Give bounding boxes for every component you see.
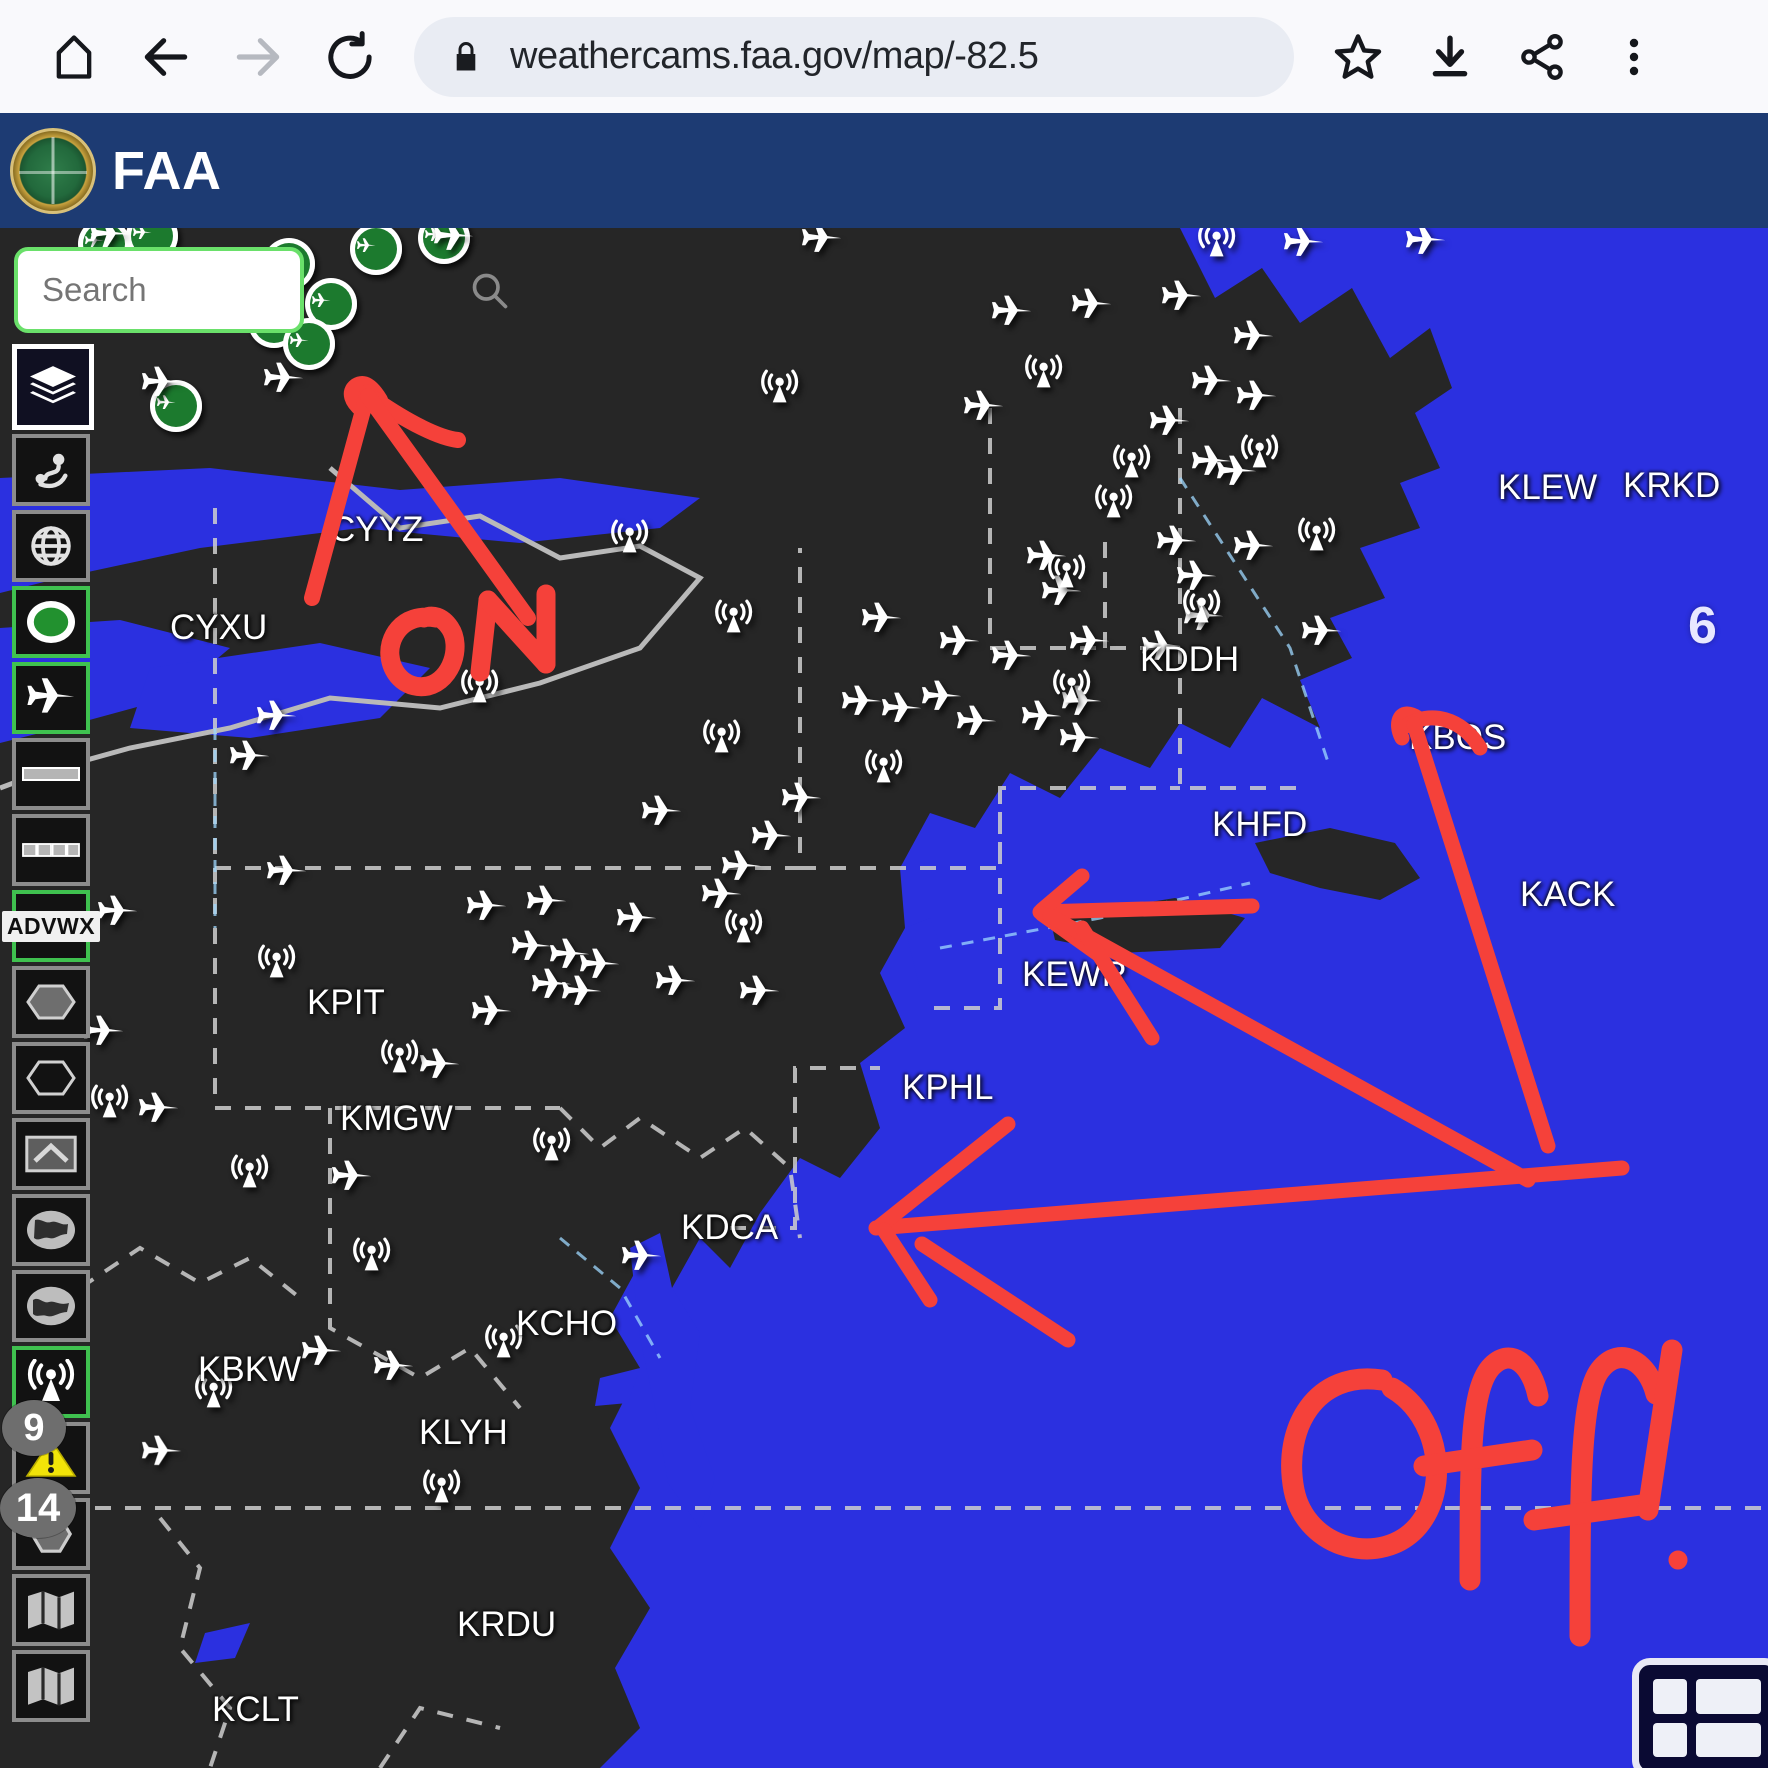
satellite-globe-alt-button[interactable] xyxy=(12,1270,90,1342)
url-text: weathercams.faa.gov/map/-82.5 xyxy=(510,35,1039,77)
map-sections-button[interactable] xyxy=(12,1574,90,1646)
radio-tower-icon xyxy=(27,1359,75,1401)
cluster-badge-9[interactable]: 9 xyxy=(2,1400,66,1456)
reload-icon xyxy=(328,30,372,79)
routes-button[interactable] xyxy=(12,434,90,506)
airport-label-kack[interactable]: KACK xyxy=(1520,875,1615,915)
airports-toggle[interactable] xyxy=(12,662,90,734)
green-dot-icon xyxy=(27,601,75,643)
airport-label-kddh[interactable]: KDDH xyxy=(1140,640,1239,680)
single-bar-icon xyxy=(22,767,80,781)
marker-layer[interactable] xyxy=(0,228,1768,1768)
weather-station-group[interactable] xyxy=(91,228,1336,1505)
airport-label-cyxu[interactable]: CYXU xyxy=(170,608,267,648)
globe-earth-icon xyxy=(27,1286,75,1326)
map-canvas[interactable]: 6 Search ADVWX 9 14 CYYZ CYXU KLEW KRKD … xyxy=(0,228,1768,1768)
download-icon xyxy=(1432,35,1468,76)
faa-brand[interactable]: FAA xyxy=(10,127,222,214)
forward-button[interactable] xyxy=(212,11,304,103)
airport-marker-group[interactable] xyxy=(83,228,1446,1465)
camera-sites-toggle[interactable] xyxy=(12,586,90,658)
airport-label-kpit[interactable]: KPIT xyxy=(307,983,385,1023)
airplane-icon xyxy=(27,678,75,713)
segmented-bar-icon xyxy=(22,843,80,857)
reload-button[interactable] xyxy=(304,11,396,103)
globe-earth-icon xyxy=(27,1210,75,1250)
globe-wire-icon xyxy=(31,526,71,566)
search-box[interactable] xyxy=(14,247,508,333)
star-icon xyxy=(1334,33,1382,79)
airport-label-krdu[interactable]: KRDU xyxy=(457,1605,556,1645)
airport-label-krkd[interactable]: KRKD xyxy=(1623,466,1720,506)
airport-label-kmgw[interactable]: KMGW xyxy=(340,1099,453,1139)
airport-label-kdca[interactable]: KDCA xyxy=(681,1208,778,1248)
airport-label-khfd[interactable]: KHFD xyxy=(1212,805,1307,845)
airport-label-kbos[interactable]: KBOS xyxy=(1409,718,1506,758)
map-sections-alt-button[interactable] xyxy=(12,1650,90,1722)
layers-icon xyxy=(30,366,76,404)
table-grid-icon[interactable] xyxy=(1632,1658,1768,1768)
search-input[interactable] xyxy=(18,271,467,309)
hexagon-outline-icon xyxy=(26,1060,76,1096)
folded-map-icon xyxy=(28,1667,74,1706)
map-layers-button[interactable] xyxy=(12,344,94,430)
back-button[interactable] xyxy=(120,11,212,103)
home-button[interactable] xyxy=(28,11,120,103)
browser-actions xyxy=(1312,11,1680,103)
home-icon xyxy=(56,34,92,79)
terrain-peak-button[interactable] xyxy=(12,1118,90,1190)
airport-label-kcho[interactable]: KCHO xyxy=(516,1304,617,1344)
airport-label-klew[interactable]: KLEW xyxy=(1498,468,1597,508)
brand-title: FAA xyxy=(112,140,222,201)
folded-map-icon xyxy=(28,1591,74,1630)
airport-label-cyyz[interactable]: CYYZ xyxy=(330,510,423,550)
advwx-chip: ADVWX xyxy=(1,910,101,942)
airspace-solid-button[interactable] xyxy=(12,966,90,1038)
airport-label-kclt[interactable]: KCLT xyxy=(212,1690,299,1730)
share-button[interactable] xyxy=(1496,11,1588,103)
more-vertical-icon xyxy=(1629,38,1639,75)
airport-label-kbkw[interactable]: KBKW xyxy=(198,1350,301,1390)
search-icon[interactable] xyxy=(467,268,511,312)
download-button[interactable] xyxy=(1404,11,1496,103)
cluster-badge-14[interactable]: 14 xyxy=(0,1478,76,1538)
overflow-menu-button[interactable] xyxy=(1588,11,1680,103)
satellite-globe-button[interactable] xyxy=(12,1194,90,1266)
address-bar[interactable]: weathercams.faa.gov/map/-82.5 xyxy=(414,16,1294,97)
faa-header-bar: FAA UTC:11:00:20 Local:04:00:20 xyxy=(0,113,1768,358)
browser-toolbar: weathercams.faa.gov/map/-82.5 xyxy=(0,0,1768,113)
arrow-right-icon xyxy=(236,37,280,76)
airspace-outline-button[interactable] xyxy=(12,1042,90,1114)
advisory-weather-toggle[interactable]: ADVWX xyxy=(1,890,101,962)
chevron-up-box-icon xyxy=(25,1135,77,1173)
airport-label-kewr[interactable]: KEWR xyxy=(1022,955,1127,995)
ceiling-bar-button[interactable] xyxy=(12,738,90,810)
lock-icon xyxy=(456,41,476,70)
airport-label-kphl[interactable]: KPHL xyxy=(902,1068,993,1108)
faa-seal-icon xyxy=(10,127,96,214)
bookmark-button[interactable] xyxy=(1312,11,1404,103)
share-icon xyxy=(1521,33,1563,80)
visibility-bars-button[interactable] xyxy=(12,814,90,886)
arrow-left-icon xyxy=(144,37,188,76)
globe-grid-button[interactable] xyxy=(12,510,90,582)
hexagon-solid-icon xyxy=(26,984,76,1020)
airport-label-klyh[interactable]: KLYH xyxy=(419,1413,508,1453)
ocean-cluster-count[interactable]: 6 xyxy=(1688,596,1717,656)
route-pin-icon xyxy=(35,453,68,489)
